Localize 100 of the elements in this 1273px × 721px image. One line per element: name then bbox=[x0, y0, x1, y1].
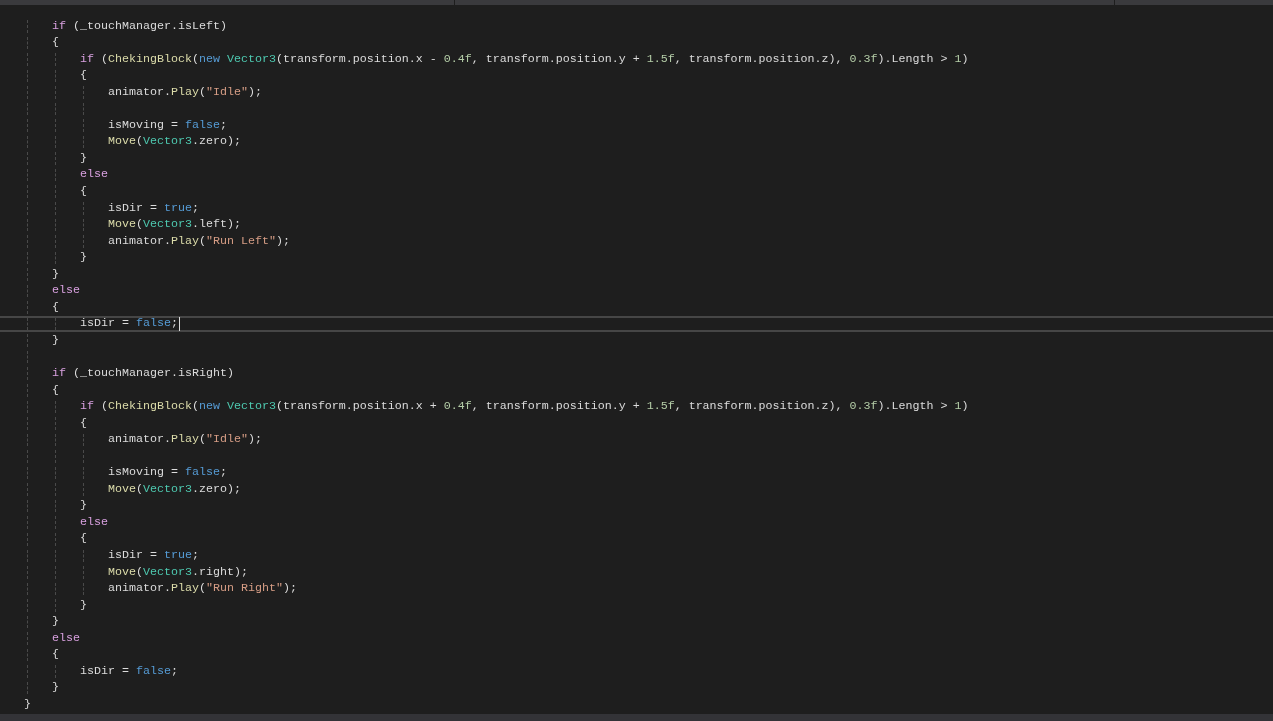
indent-guide bbox=[55, 417, 56, 430]
code-line: else bbox=[52, 629, 80, 647]
indent-guide bbox=[27, 450, 28, 463]
indent-guide bbox=[83, 202, 84, 215]
code-line: if (ChekingBlock(new Vector3(transform.position.x - 0.4f, transform.position.y + 1.5f, transform.position.z), 0.3f).Length > 1) bbox=[80, 50, 969, 68]
indent-guide bbox=[55, 665, 56, 678]
indent-guide bbox=[27, 433, 28, 447]
code-line: isDir = false; bbox=[80, 315, 178, 333]
indent-guide bbox=[55, 69, 56, 83]
code-line: { bbox=[80, 414, 87, 432]
indent-guide bbox=[55, 119, 56, 132]
indent-guide bbox=[55, 516, 56, 529]
indent-guide bbox=[83, 135, 84, 149]
indent-guide bbox=[83, 566, 84, 579]
indent-guide bbox=[55, 466, 56, 480]
code-line: if (ChekingBlock(new Vector3(transform.position.x + 0.4f, transform.position.y + 1.5f, transform.position.z), 0.3f).Length > 1) bbox=[80, 398, 969, 416]
code-line: else bbox=[52, 282, 80, 300]
indent-guide bbox=[27, 384, 28, 397]
code-line: else bbox=[80, 513, 108, 531]
indent-guide bbox=[27, 582, 28, 596]
indent-guide bbox=[55, 483, 56, 496]
code-line: animator.Play("Idle"); bbox=[108, 431, 262, 449]
indent-guide bbox=[27, 317, 28, 331]
indent-guide bbox=[27, 334, 28, 347]
code-line: } bbox=[52, 613, 59, 631]
indent-guide bbox=[55, 152, 56, 165]
indent-guide bbox=[83, 466, 84, 480]
code-line: { bbox=[52, 298, 59, 316]
indent-guide bbox=[55, 102, 56, 116]
code-line: } bbox=[52, 679, 59, 697]
code-line: { bbox=[52, 34, 59, 52]
indent-guide bbox=[83, 582, 84, 596]
indent-guide bbox=[27, 632, 28, 645]
indent-guide bbox=[55, 202, 56, 215]
indent-guide bbox=[55, 400, 56, 414]
indent-guide bbox=[55, 317, 56, 331]
indent-guide bbox=[55, 450, 56, 463]
code-line: { bbox=[80, 530, 87, 548]
indent-guide bbox=[27, 350, 28, 364]
indent-guide bbox=[27, 135, 28, 149]
indent-guide bbox=[27, 681, 28, 695]
indent-guide bbox=[55, 218, 56, 232]
indent-guide bbox=[27, 483, 28, 496]
code-line: { bbox=[52, 646, 59, 664]
code-line: } bbox=[52, 265, 59, 283]
indent-guide bbox=[83, 119, 84, 132]
code-line: Move(Vector3.zero); bbox=[108, 133, 241, 151]
code-line: isMoving = false; bbox=[108, 116, 227, 134]
code-line: } bbox=[52, 331, 59, 349]
indent-guide bbox=[27, 301, 28, 314]
indent-guide bbox=[55, 582, 56, 596]
indent-guide bbox=[83, 483, 84, 496]
indent-guide bbox=[55, 433, 56, 447]
indent-guide bbox=[27, 119, 28, 132]
indent-guide bbox=[27, 218, 28, 232]
indent-guide bbox=[27, 69, 28, 83]
indent-guide bbox=[27, 499, 28, 513]
code-line: animator.Play("Idle"); bbox=[108, 83, 262, 101]
indent-guide bbox=[27, 549, 28, 563]
indent-guide bbox=[83, 450, 84, 463]
code-line: isDir = false; bbox=[80, 662, 178, 680]
code-line: isDir = true; bbox=[108, 199, 199, 217]
text-cursor bbox=[178, 317, 180, 332]
indent-guide bbox=[27, 102, 28, 116]
code-line: if (_touchManager.isRight) bbox=[52, 365, 234, 382]
indent-guide bbox=[27, 648, 28, 662]
code-line: if (_touchManager.isLeft) bbox=[52, 17, 227, 35]
indent-guide bbox=[55, 235, 56, 248]
code-line: Move(Vector3.zero); bbox=[108, 480, 241, 498]
indent-guide bbox=[55, 566, 56, 579]
code-line: { bbox=[80, 183, 87, 200]
indent-guide bbox=[27, 615, 28, 629]
indent-guide bbox=[27, 251, 28, 265]
indent-guide bbox=[27, 53, 28, 66]
indent-guide bbox=[27, 202, 28, 215]
code-line: } bbox=[80, 497, 87, 515]
code-line: { bbox=[80, 67, 87, 85]
code-line: } bbox=[80, 149, 87, 167]
indent-guide bbox=[55, 86, 56, 99]
indent-guide bbox=[27, 152, 28, 165]
code-line: } bbox=[80, 596, 87, 614]
indent-guide bbox=[27, 284, 28, 298]
indent-guide bbox=[27, 185, 28, 198]
indent-guide bbox=[55, 549, 56, 563]
code-line: isMoving = false; bbox=[108, 464, 227, 482]
indent-guide bbox=[27, 599, 28, 612]
indent-guide bbox=[55, 168, 56, 182]
code-line: } bbox=[80, 249, 87, 267]
indent-guide bbox=[83, 549, 84, 563]
code-line: animator.Play("Run Left"); bbox=[108, 232, 290, 250]
indent-guide bbox=[55, 53, 56, 66]
indent-guide bbox=[27, 516, 28, 529]
indent-guide bbox=[83, 86, 84, 99]
indent-guide bbox=[27, 268, 28, 281]
indent-guide bbox=[27, 400, 28, 414]
code-line: { bbox=[52, 381, 59, 399]
indent-guide bbox=[27, 235, 28, 248]
indent-guide bbox=[27, 566, 28, 579]
code-line: else bbox=[80, 166, 108, 184]
indent-guide bbox=[55, 135, 56, 149]
